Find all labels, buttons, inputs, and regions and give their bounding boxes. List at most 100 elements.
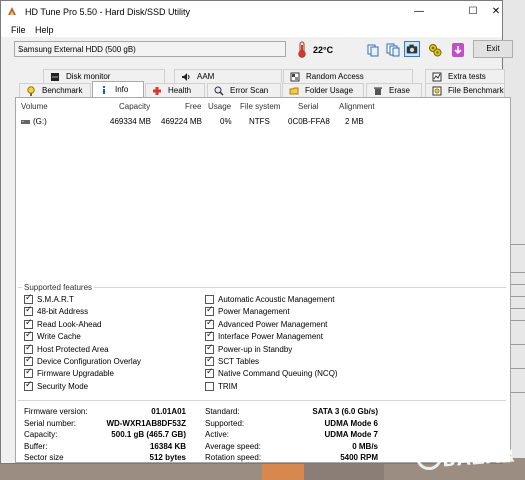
thermometer-icon — [298, 41, 306, 58]
feature-label: S.M.A.R.T — [37, 295, 74, 304]
magnifier-icon — [214, 86, 224, 96]
info-value: 0 MB/s — [352, 441, 378, 451]
tab-aam[interactable]: AAM — [174, 69, 282, 83]
cell-usage: 0% — [220, 117, 232, 126]
tab-erase[interactable]: Erase — [366, 83, 422, 97]
desktop-line — [511, 392, 525, 393]
feature-label: Firmware Upgradable — [37, 369, 114, 379]
desktop-line — [511, 308, 525, 309]
tab-info[interactable]: Info — [92, 81, 144, 97]
checkbox-checked[interactable] — [24, 318, 33, 329]
info-value: 5400 RPM — [340, 453, 378, 463]
cell-file-system: NTFS — [249, 117, 270, 126]
info-label: Average speed: — [205, 441, 261, 451]
column-header-serial[interactable]: Serial — [298, 102, 318, 111]
tab-file-benchmark[interactable]: File Benchmark — [425, 83, 505, 97]
feature-label: Automatic Acoustic Management — [218, 295, 335, 304]
checkbox-checked[interactable] — [205, 305, 214, 317]
folder-icon — [289, 87, 299, 95]
checkbox-checked[interactable] — [24, 293, 33, 304]
cell-alignment: 2 MB — [345, 117, 364, 126]
column-header-free[interactable]: Free — [185, 102, 201, 111]
tab-health[interactable]: Health — [145, 83, 205, 97]
desktop-line — [511, 344, 525, 345]
options-button[interactable] — [426, 41, 442, 57]
feature-label: SCT Tables — [218, 357, 260, 366]
tab-label: Error Scan — [230, 86, 269, 95]
feature-label: Write Cache — [37, 332, 81, 342]
app-icon — [8, 7, 16, 15]
feature-label: TRIM — [218, 381, 238, 391]
column-header-usage[interactable]: Usage — [208, 102, 231, 111]
checkbox-checked[interactable] — [24, 330, 33, 342]
checkbox-unchecked[interactable] — [205, 381, 214, 391]
info-label: Sector size — [24, 453, 64, 463]
info-value: UDMA Mode 7 — [324, 430, 378, 440]
checkbox-checked[interactable] — [205, 367, 214, 379]
info-label: Standard: — [205, 407, 240, 416]
tab-label: Benchmark — [42, 86, 83, 95]
exit-button[interactable]: Exit — [473, 40, 513, 58]
info-value: SATA 3 (6.0 Gb/s) — [312, 407, 378, 416]
tab-label: AAM — [197, 72, 215, 81]
benchmark-icon — [27, 86, 35, 96]
minimize-button[interactable]: — — [404, 4, 434, 20]
column-header-alignment[interactable]: Alignment — [339, 102, 375, 111]
trash-icon — [374, 87, 382, 95]
window-title: HD Tune Pro 5.50 - Hard Disk/SSD Utility — [25, 7, 191, 17]
info-label: Firmware version: — [24, 407, 88, 416]
copy-all-button[interactable] — [384, 41, 400, 57]
screenshot-button[interactable] — [404, 41, 420, 57]
info-value: 512 bytes — [149, 453, 186, 463]
feature-label: 48-bit Address — [37, 307, 89, 317]
checkbox-checked[interactable] — [24, 380, 33, 391]
drive-icon — [21, 120, 30, 124]
checkbox-checked[interactable] — [205, 355, 214, 366]
camera-icon — [406, 44, 418, 54]
feature-label: Device Configuration Overlay — [37, 357, 142, 366]
checkbox-unchecked[interactable] — [205, 295, 214, 304]
title-bar: HD Tune Pro 5.50 - Hard Disk/SSD Utility… — [1, 1, 502, 23]
tab-error-scan[interactable]: Error Scan — [207, 83, 281, 97]
menu-help[interactable]: Help — [35, 25, 54, 35]
feature-label: Host Protected Area — [37, 344, 109, 354]
checkbox-checked[interactable] — [205, 343, 214, 354]
column-header-volume[interactable]: Volume — [21, 102, 48, 111]
feature-label: Security Mode — [37, 381, 89, 391]
hd-tune-window: HD Tune Pro 5.50 - Hard Disk/SSD Utility… — [0, 0, 513, 464]
info-label: Serial number: — [24, 418, 77, 428]
feature-label: Power Management — [218, 307, 290, 317]
tab-benchmark[interactable]: Benchmark — [19, 83, 91, 97]
info-value: UDMA Mode 6 — [324, 418, 378, 428]
checkbox-checked[interactable] — [24, 355, 33, 366]
column-header-capacity[interactable]: Capacity — [119, 102, 150, 111]
column-header-file-system[interactable]: File system — [240, 102, 280, 111]
tab-label: Health — [168, 86, 192, 95]
feature-label: Interface Power Management — [218, 332, 323, 342]
feature-label: Power-up in Standby — [218, 344, 293, 354]
menu-file[interactable]: File — [11, 25, 26, 35]
copy-button[interactable] — [364, 41, 380, 57]
info-label: Supported: — [205, 418, 245, 428]
info-value: 01.01A01 — [151, 407, 186, 416]
checkbox-checked[interactable] — [24, 343, 33, 354]
tab-random-access[interactable]: Random Access — [283, 69, 413, 83]
tab-label: File Benchmark — [448, 86, 504, 95]
checkbox-checked[interactable] — [24, 367, 33, 379]
disk-monitor-icon — [51, 73, 59, 81]
close-button[interactable]: ✕ — [489, 4, 503, 20]
checkbox-checked[interactable] — [205, 330, 214, 342]
maximize-button[interactable]: ☐ — [458, 4, 488, 20]
info-label: Capacity: — [24, 430, 58, 440]
save-button[interactable] — [449, 41, 465, 57]
checkbox-checked[interactable] — [24, 305, 33, 317]
tab-extra-tests[interactable]: Extra tests — [425, 69, 505, 83]
tab-label: Extra tests — [448, 72, 486, 81]
tab-folder-usage[interactable]: Folder Usage — [282, 83, 364, 97]
supported-features-group: Supported features S.M.A.R.T 48-bit Addre… — [18, 283, 506, 397]
cell-free: 469224 MB — [161, 117, 202, 126]
desktop-line — [511, 284, 525, 285]
checkbox-checked[interactable] — [205, 318, 214, 329]
supported-features-title: Supported features — [22, 283, 95, 292]
drive-select[interactable]: Samsung External HDD (500 gB) ⌄ — [14, 41, 286, 57]
